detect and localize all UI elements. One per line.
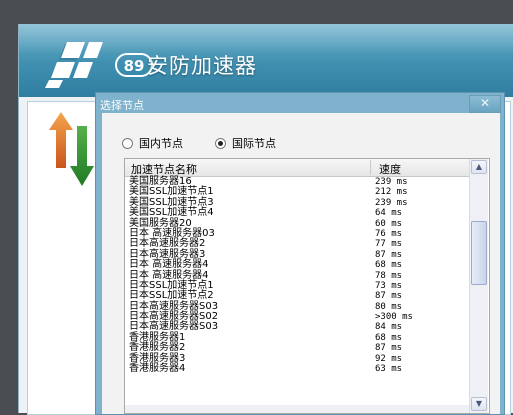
header-banner: 89 安防加速器 [19,24,513,97]
node-speed: 87 ms [375,343,403,354]
close-button[interactable]: ✕ [469,95,501,113]
node-speed: 64 ms [375,208,403,219]
node-list: 加速节点名称 速度 美国服务器16 239 ms 美国SSL加速节点1 212 ms 美… [124,158,490,414]
node-speed: 239 ms [375,177,408,187]
column-header-node-name[interactable]: 加速节点名称 [131,161,197,177]
node-speed: 84 ms [375,322,403,333]
node-speed: 68 ms [375,260,403,271]
dialog-body: 国内节点 国际节点 加速节点名称 速度 美国服务器16 239 ms 美国SSL加速… [102,113,500,414]
brand-name: 安防加速器 [147,54,257,78]
node-speed: 60 ms [375,218,403,229]
scrollbar-thumb[interactable] [471,221,487,285]
list-rows: 美国服务器16 239 ms 美国SSL加速节点1 212 ms 美国SSL加速节点3 2… [125,176,469,375]
upload-download-arrows-icon [49,112,94,186]
list-item[interactable]: 美国SSL加速节点4 64 ms [125,207,469,219]
node-speed: 63 ms [375,364,403,375]
node-speed: 80 ms [375,301,403,312]
node-name: 香港服务器4 [129,363,186,375]
node-speed: 239 ms [375,197,408,208]
radio-domestic-nodes[interactable]: 国内节点 [122,135,183,151]
radio-button-international[interactable] [215,137,226,149]
node-speed: 68 ms [375,332,403,343]
radio-international-nodes[interactable]: 国际节点 [215,135,276,151]
column-divider[interactable] [370,160,371,175]
radio-domestic-label: 国内节点 [139,137,183,150]
scroll-down-arrow-icon[interactable]: ▼ [471,397,487,411]
node-speed: 76 ms [375,228,403,239]
list-header: 加速节点名称 速度 [125,159,469,177]
vertical-scrollbar[interactable]: ▲ ▼ [469,159,488,413]
node-speed: 87 ms [375,291,403,302]
node-speed: 92 ms [375,353,403,364]
list-item[interactable]: 香港服务器4 63 ms [125,363,469,375]
dialog-title: 选择节点 [100,99,144,112]
node-speed: >300 ms [375,312,413,323]
node-speed: 73 ms [375,280,403,291]
radio-button-domestic[interactable] [122,137,133,149]
list-item[interactable]: 日本 高速服务器4 68 ms [125,259,469,271]
node-speed: 78 ms [375,270,403,281]
node-speed: 77 ms [375,239,403,250]
scroll-up-arrow-icon[interactable]: ▲ [471,160,487,174]
horizontal-scrollbar[interactable] [125,405,469,413]
brand-number: 89 [124,57,145,75]
node-speed: 212 ms [375,187,408,198]
select-node-dialog: 选择节点 ✕ 国内节点 国际节点 加速节点名称 速度 美国服务器16 239 ms… [95,92,505,415]
node-speed: 87 ms [375,249,403,260]
node-name: 日本 高速服务器4 [129,259,209,271]
column-header-speed[interactable]: 速度 [379,161,401,177]
accelerator-logo-icon [45,42,103,88]
radio-international-label: 国际节点 [232,137,276,150]
